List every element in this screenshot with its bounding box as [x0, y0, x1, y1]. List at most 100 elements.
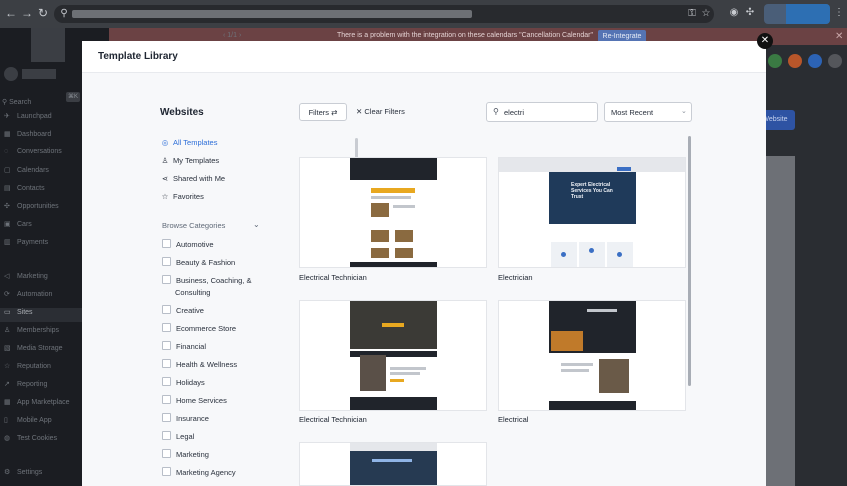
category-checkbox[interactable]: Financial: [162, 341, 206, 351]
template-card[interactable]: [299, 157, 487, 268]
category-checkbox[interactable]: Marketing Agency: [162, 467, 236, 477]
nav-favorites[interactable]: ☆ Favorites: [160, 192, 204, 201]
sort-value: Most Recent: [611, 108, 654, 117]
sidebar-item-contacts[interactable]: ▤ Contacts: [4, 184, 45, 198]
thumb-button: [382, 323, 404, 327]
category-checkbox[interactable]: Creative: [162, 305, 204, 315]
checkbox[interactable]: [162, 377, 171, 386]
sidebar-item-launchpad[interactable]: ✈ Launchpad: [4, 112, 52, 126]
sidebar-item-label: Reputation: [17, 363, 51, 370]
key-icon[interactable]: ⚿: [686, 8, 698, 20]
checkbox[interactable]: [162, 395, 171, 404]
checkbox[interactable]: [162, 413, 171, 422]
clear-filters-link[interactable]: ✕ Clear Filters: [356, 107, 405, 116]
sidebar-item-opportunities[interactable]: ✣ Opportunities: [4, 202, 59, 216]
sidebar-item-media-storage[interactable]: ▧ Media Storage: [4, 344, 63, 358]
checkbox[interactable]: [162, 275, 171, 284]
sidebar-item-memberships[interactable]: ♙ Memberships: [4, 326, 59, 340]
category-checkbox[interactable]: Insurance: [162, 413, 209, 423]
user-avatar[interactable]: [828, 54, 842, 68]
checkbox[interactable]: [162, 305, 171, 314]
template-name[interactable]: Electrical Technician: [299, 273, 367, 282]
account-switcher[interactable]: [4, 65, 64, 83]
sidebar-item-cars[interactable]: ▣ Cars: [4, 220, 32, 234]
category-checkbox[interactable]: Beauty & Fashion: [162, 257, 235, 267]
banner-close-icon[interactable]: ✕: [835, 31, 843, 42]
checkbox[interactable]: [162, 359, 171, 368]
filters-button[interactable]: Filters ⇄: [299, 103, 347, 121]
search-input[interactable]: [504, 105, 594, 119]
site-info-icon[interactable]: ⚲: [58, 8, 70, 20]
address-bar[interactable]: ⚲ ⚿ ☆: [54, 5, 714, 23]
sidebar-item-label: Sites: [17, 309, 33, 316]
chevron-down-icon[interactable]: ⌄: [253, 220, 260, 229]
opportunities-icon: ✣: [4, 203, 10, 210]
nav-shared-with-me[interactable]: ⋖ Shared with Me: [160, 174, 225, 183]
puzzle-icon[interactable]: ✣: [744, 7, 756, 19]
user-icon: ♙: [161, 156, 169, 165]
sidebar-item-dashboard[interactable]: ▦ Dashboard: [4, 130, 51, 144]
sidebar-item-marketing[interactable]: ◁ Marketing: [4, 272, 48, 286]
template-name[interactable]: Electrical: [498, 415, 528, 424]
thumb-text: [561, 363, 593, 366]
grid-scrollbar[interactable]: [688, 136, 691, 386]
sidebar-item-payments[interactable]: ▥ Payments: [4, 238, 48, 252]
template-name[interactable]: Electrician: [498, 273, 533, 282]
sidebar-item-reporting[interactable]: ↗ Reporting: [4, 380, 47, 394]
notification-icon[interactable]: [788, 54, 802, 68]
checkbox[interactable]: [162, 341, 171, 350]
category-checkbox[interactable]: Ecommerce Store: [162, 323, 236, 333]
category-checkbox[interactable]: Business, Coaching, & Consulting: [162, 275, 251, 297]
nav-label: Favorites: [173, 192, 204, 201]
mobile-icon: ▯: [4, 417, 8, 424]
checkbox[interactable]: [162, 323, 171, 332]
nav-label: All Templates: [173, 138, 218, 147]
sidebar-item-mobile-app[interactable]: ▯ Mobile App: [4, 416, 52, 430]
sidebar-item-label: Memberships: [17, 327, 60, 334]
checkbox[interactable]: [162, 449, 171, 458]
category-checkbox[interactable]: Marketing: [162, 449, 209, 459]
sidebar-item-settings[interactable]: ⚙ Settings: [4, 468, 42, 482]
nav-all-templates[interactable]: ◎ All Templates: [160, 138, 218, 147]
back-icon[interactable]: ←: [4, 6, 18, 20]
category-checkbox[interactable]: Health & Wellness: [162, 359, 237, 369]
sidebar-item-calendars[interactable]: ▢ Calendars: [4, 166, 49, 180]
template-card[interactable]: [299, 300, 487, 411]
sidebar-item-automation[interactable]: ⟳ Automation: [4, 290, 52, 304]
checkbox[interactable]: [162, 431, 171, 440]
category-checkbox[interactable]: Holidays: [162, 377, 205, 387]
sidebar-item-conversations[interactable]: ◌ Conversations: [4, 148, 62, 162]
template-card[interactable]: Expert Electrical Services You Can Trust: [498, 157, 686, 268]
checkbox[interactable]: [162, 257, 171, 266]
category-checkbox[interactable]: Automotive: [162, 239, 214, 249]
reload-icon[interactable]: ↻: [36, 6, 50, 20]
nav-label: My Templates: [173, 156, 220, 165]
thumb-feature-card: [579, 242, 605, 267]
category-checkbox[interactable]: Home Services: [162, 395, 227, 405]
help-icon[interactable]: [808, 54, 822, 68]
star-icon[interactable]: ☆: [700, 8, 712, 20]
category-checkbox[interactable]: Legal: [162, 431, 194, 441]
template-card[interactable]: [299, 442, 487, 486]
forward-icon[interactable]: →: [20, 6, 34, 20]
menu-icon[interactable]: ⋮: [833, 7, 845, 19]
sidebar-item-reputation[interactable]: ☆ Reputation: [4, 362, 51, 376]
checkbox[interactable]: [162, 239, 171, 248]
profile-chip[interactable]: [764, 4, 830, 24]
sliders-icon: ⇄: [331, 108, 338, 117]
extension-icon[interactable]: ◉: [728, 7, 740, 19]
modal-close-button[interactable]: ✕: [757, 33, 773, 49]
sidebar-item-label: Automation: [17, 291, 53, 298]
template-name[interactable]: Electrical Technician: [299, 415, 367, 424]
sidebar-item-test-cookies[interactable]: ◍ Test Cookies: [4, 434, 57, 448]
checkbox[interactable]: [162, 467, 171, 476]
search-icon: ⚲: [493, 107, 499, 116]
megaphone-icon[interactable]: [768, 54, 782, 68]
sidebar-item-app-marketplace[interactable]: ▦ App Marketplace: [4, 398, 70, 412]
template-search[interactable]: ⚲: [486, 102, 598, 122]
browse-categories-label[interactable]: Browse Categories: [162, 221, 225, 230]
sort-select[interactable]: Most Recent ⌄: [604, 102, 692, 122]
pager[interactable]: ‹ 1/1 ›: [223, 32, 241, 39]
nav-my-templates[interactable]: ♙ My Templates: [160, 156, 220, 165]
template-card[interactable]: [498, 300, 686, 411]
